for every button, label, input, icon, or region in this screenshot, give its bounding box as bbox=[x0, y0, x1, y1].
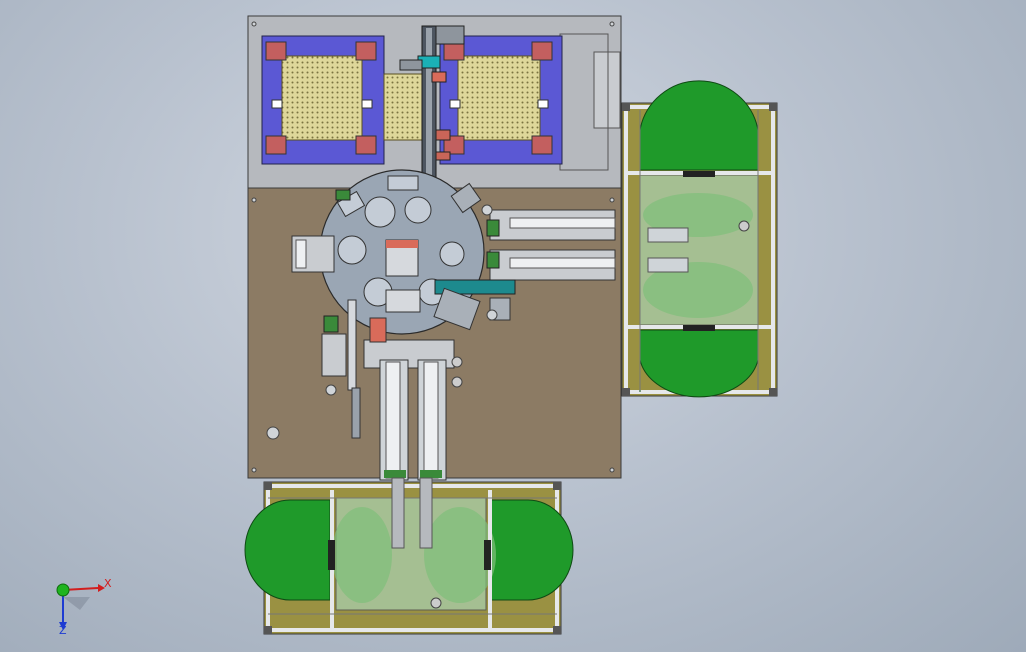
x-axis-label: X bbox=[104, 577, 112, 590]
cad-viewport[interactable]: X Z bbox=[0, 0, 1026, 652]
cad-assembly-drawing: X Z bbox=[56, 15, 778, 637]
coordinate-triad: X Z bbox=[56, 577, 112, 637]
right-bin-frame bbox=[621, 80, 778, 398]
z-axis-label: Z bbox=[59, 624, 67, 637]
bottom-bin-frame bbox=[244, 481, 574, 635]
